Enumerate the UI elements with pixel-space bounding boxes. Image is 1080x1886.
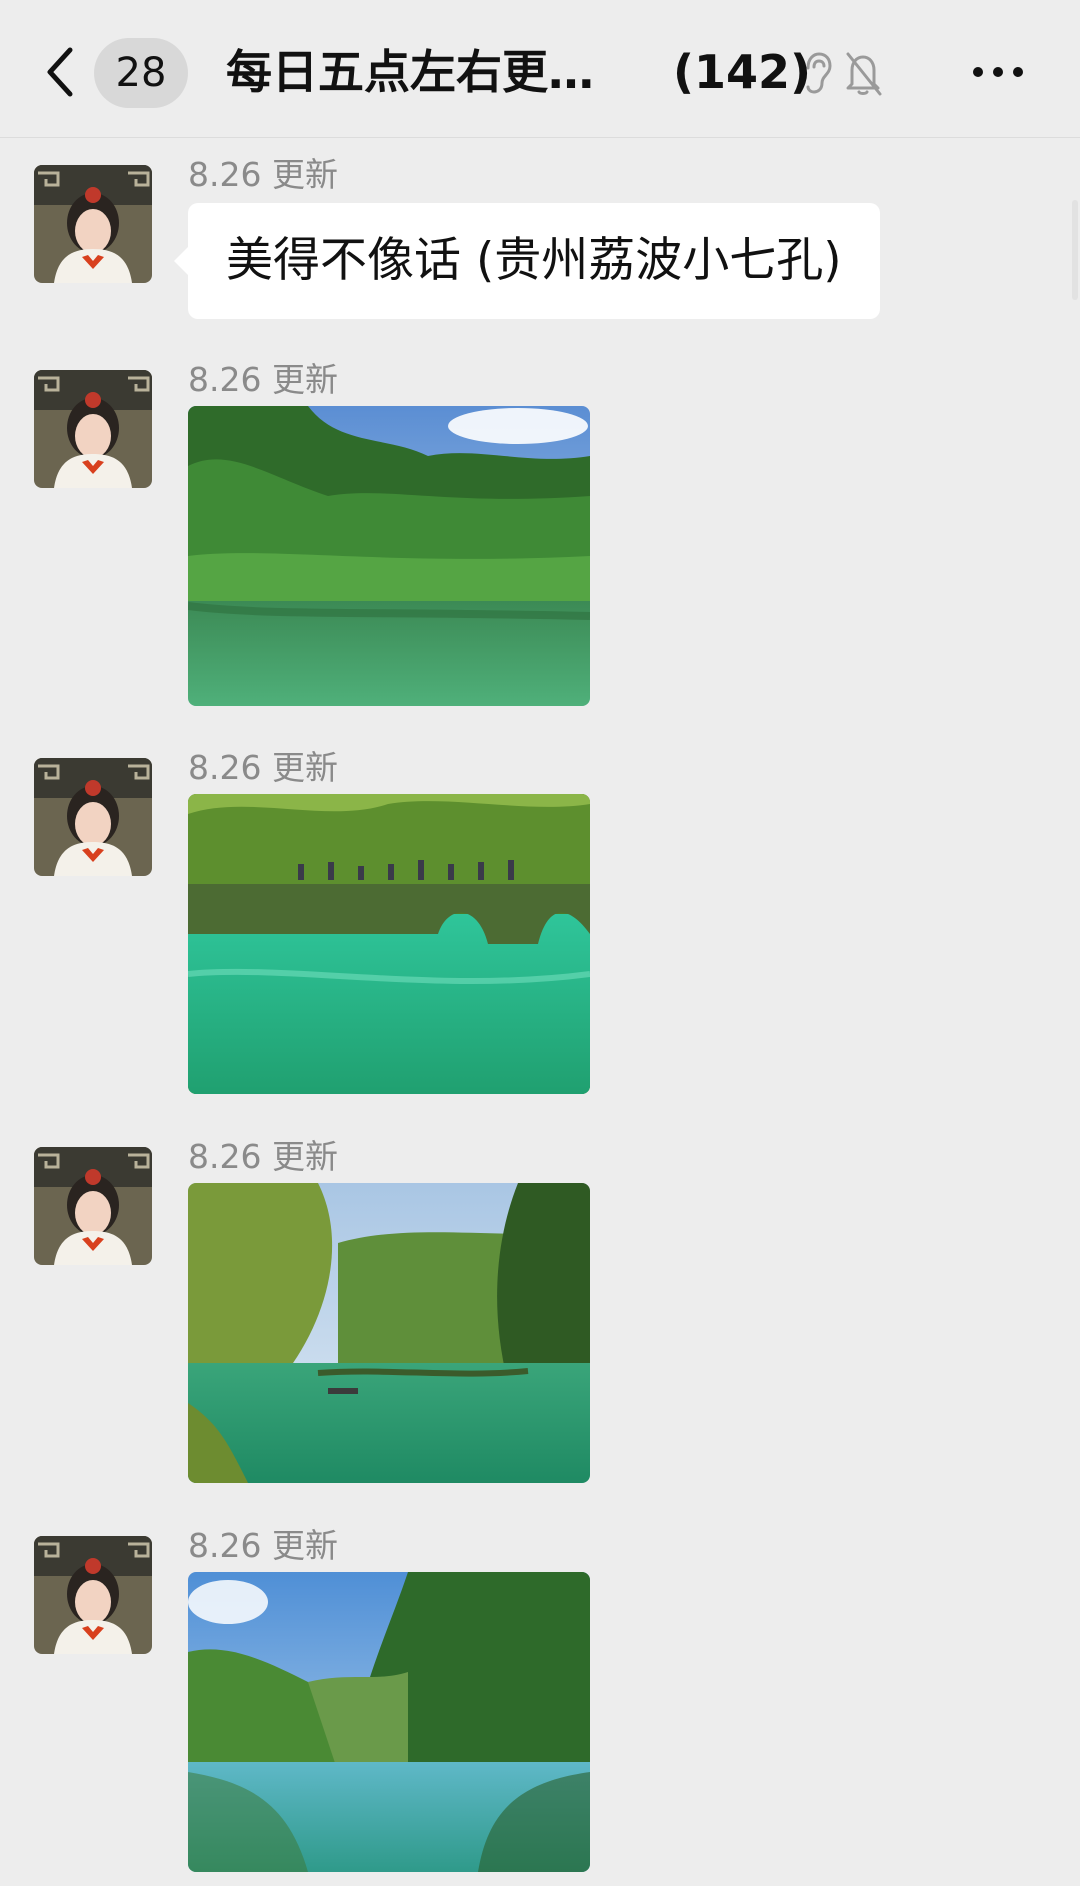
message-bubble[interactable]: 美得不像话 (贵州荔波小七孔) (188, 203, 880, 319)
scrollbar[interactable] (1072, 200, 1078, 300)
avatar[interactable] (34, 1536, 152, 1654)
unread-count-badge[interactable]: 28 (94, 38, 188, 108)
stone-bridge-photo[interactable] (188, 794, 590, 1094)
avatar[interactable] (34, 1147, 152, 1265)
sender-name: 8.26 更新 (188, 748, 338, 787)
avatar[interactable] (34, 370, 152, 488)
chat-title: 每日五点左右更… (226, 45, 594, 99)
ear-icon (806, 52, 832, 94)
river-valley-photo[interactable] (188, 1572, 590, 1872)
avatar[interactable] (34, 758, 152, 876)
sender-name: 8.26 更新 (188, 155, 338, 194)
chevron-left-icon[interactable] (40, 44, 84, 100)
bamboo-river-photo[interactable] (188, 1183, 590, 1483)
avatar[interactable] (34, 165, 152, 283)
forest-lake-photo[interactable] (188, 406, 590, 706)
more-icon[interactable] (970, 60, 1026, 84)
bell-off-icon (846, 52, 882, 96)
sender-name: 8.26 更新 (188, 1137, 338, 1176)
sender-name: 8.26 更新 (188, 1526, 338, 1565)
sender-name: 8.26 更新 (188, 360, 338, 399)
member-count: (142) (673, 45, 812, 99)
chat-header: 28 每日五点左右更… (142) (0, 0, 1080, 138)
bubble-tail (174, 247, 188, 275)
